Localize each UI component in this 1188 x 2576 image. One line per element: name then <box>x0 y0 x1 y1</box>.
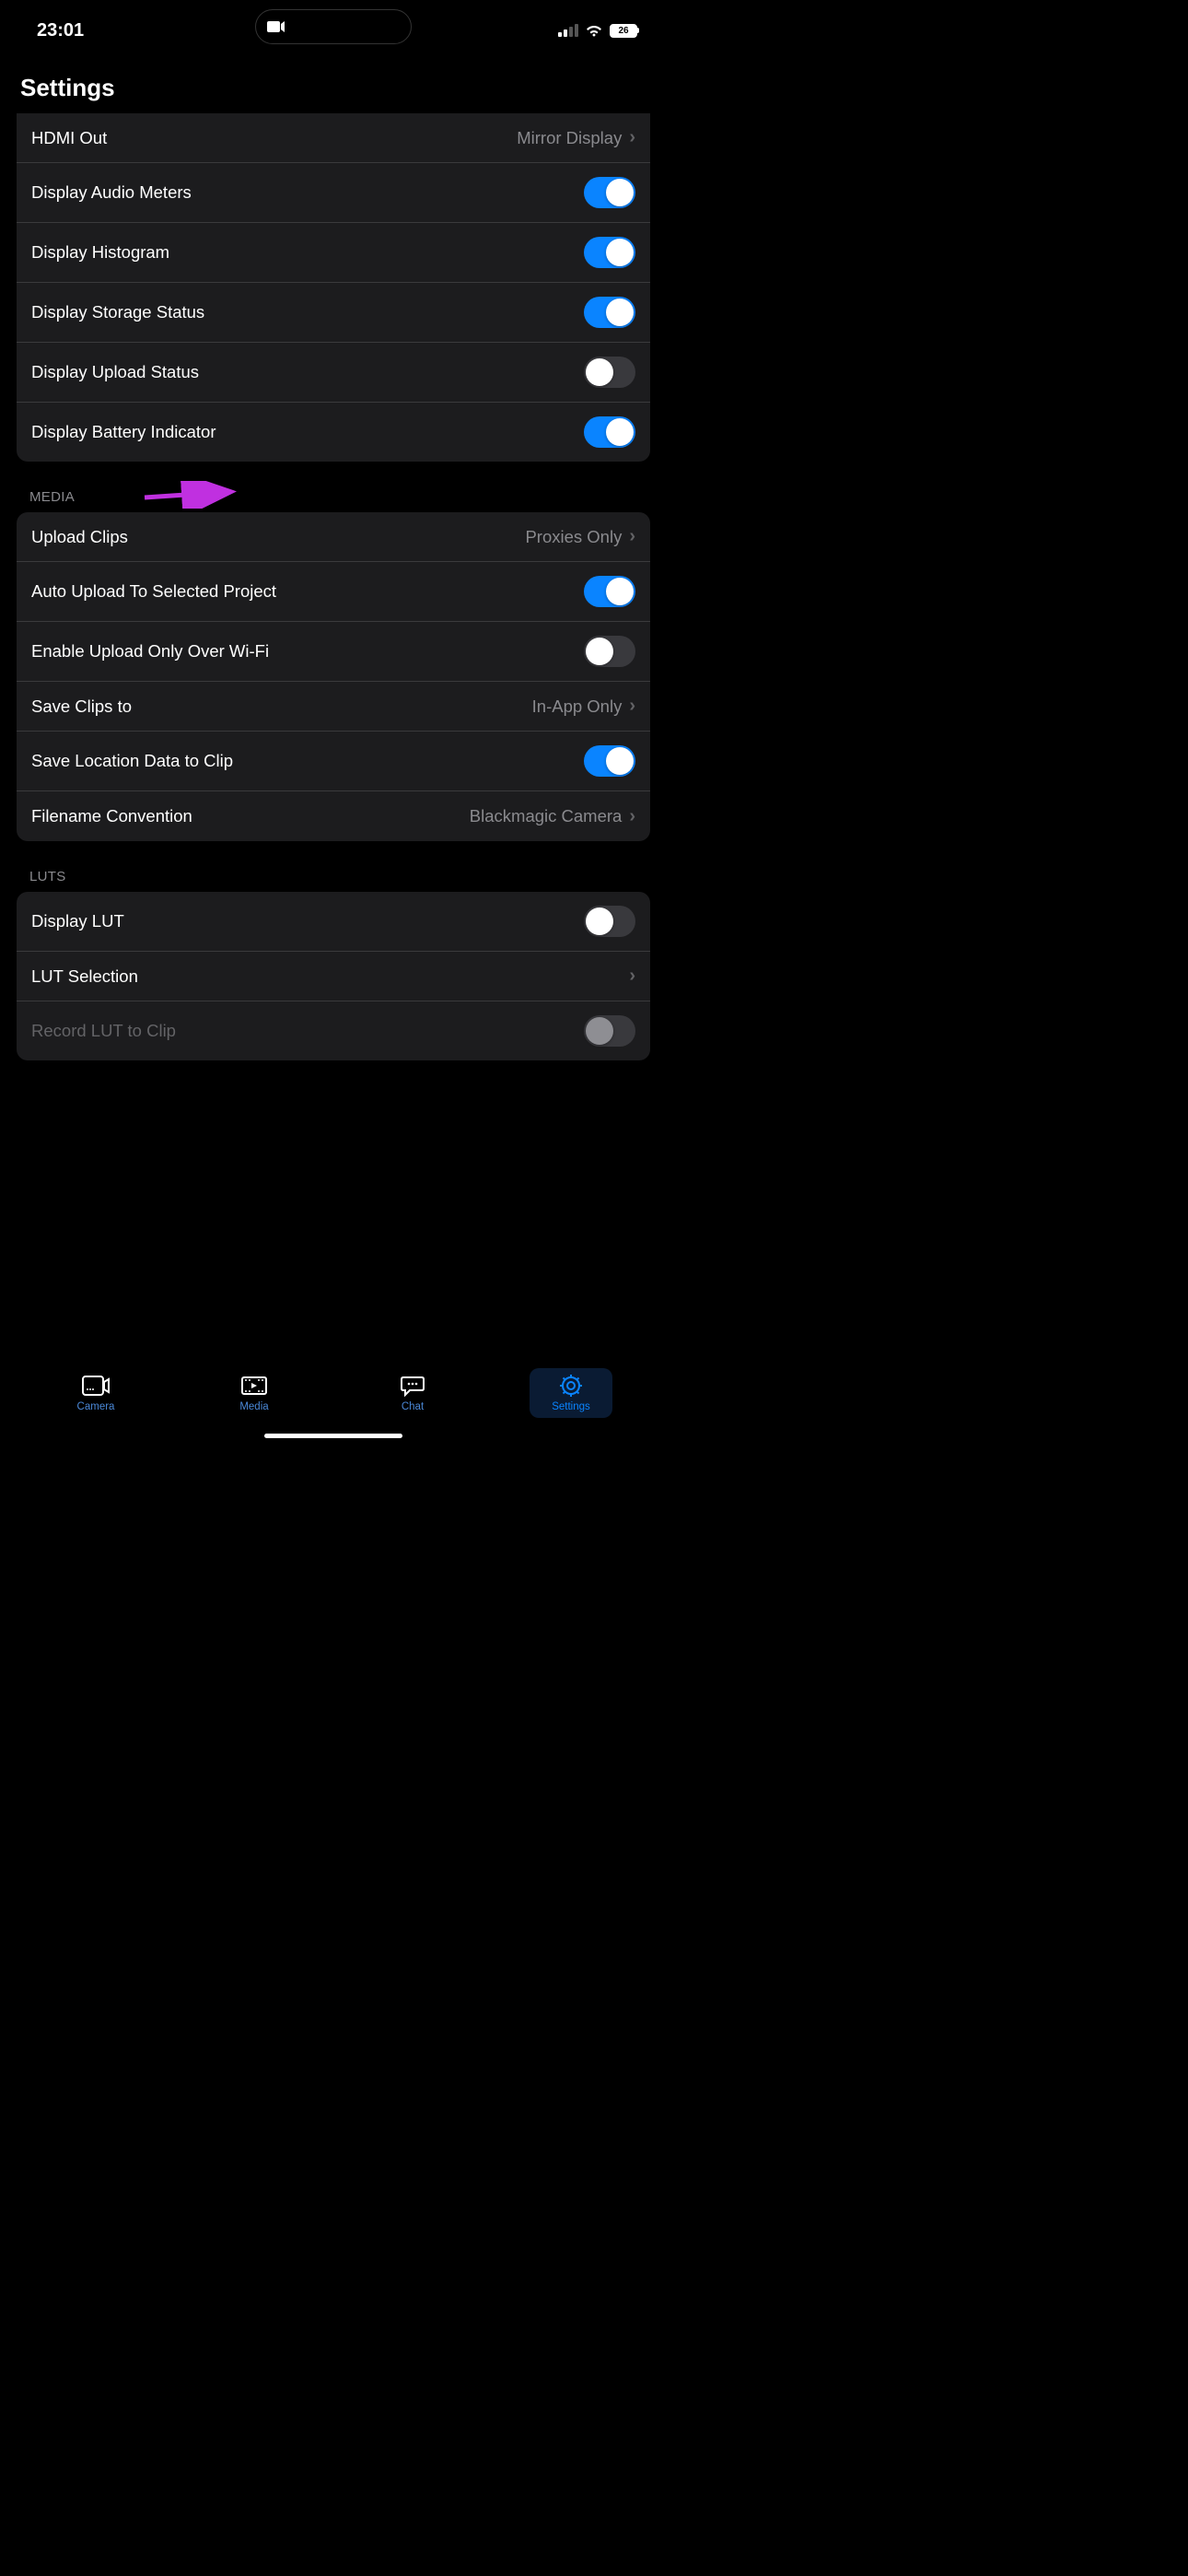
row-label: Display LUT <box>31 911 124 931</box>
chat-icon <box>399 1374 426 1398</box>
camera-indicator-icon <box>267 20 285 33</box>
chevron-right-icon: › <box>629 526 635 547</box>
camera-icon <box>82 1374 110 1398</box>
tab-label: Settings <box>552 1401 590 1412</box>
wifi-only-row: Enable Upload Only Over Wi-Fi <box>17 622 650 682</box>
row-label: Enable Upload Only Over Wi-Fi <box>31 641 269 662</box>
chevron-right-icon: › <box>629 127 635 148</box>
auto-upload-row: Auto Upload To Selected Project <box>17 562 650 622</box>
tab-label: Camera <box>77 1401 115 1412</box>
audio-meters-toggle[interactable] <box>584 177 635 208</box>
record-lut-toggle <box>584 1015 635 1047</box>
row-label: Save Clips to <box>31 697 132 717</box>
tab-label: Chat <box>402 1401 424 1412</box>
page-title: Settings <box>0 48 667 113</box>
display-lut-toggle[interactable] <box>584 906 635 937</box>
cellular-signal-icon <box>558 24 578 37</box>
auto-upload-toggle[interactable] <box>584 576 635 607</box>
status-bar: 23:01 26 <box>0 0 667 48</box>
audio-meters-row: Display Audio Meters <box>17 163 650 223</box>
tab-chat[interactable]: Chat <box>371 1368 454 1418</box>
storage-status-toggle[interactable] <box>584 297 635 328</box>
luts-section-header: LUTS <box>0 841 667 892</box>
annotation-arrow-icon <box>143 481 244 509</box>
row-label: Display Upload Status <box>31 362 199 382</box>
battery-icon: 26 <box>610 24 637 38</box>
battery-indicator-toggle[interactable] <box>584 416 635 448</box>
row-label: Filename Convention <box>31 806 192 826</box>
status-time: 23:01 <box>37 20 84 41</box>
battery-indicator-row: Display Battery Indicator <box>17 403 650 462</box>
upload-clips-row[interactable]: Upload Clips Proxies Only › <box>17 512 650 562</box>
histogram-toggle[interactable] <box>584 237 635 268</box>
media-icon <box>240 1374 268 1398</box>
row-label: Display Histogram <box>31 242 169 263</box>
upload-status-row: Display Upload Status <box>17 343 650 403</box>
row-value: In-App Only <box>532 697 623 717</box>
row-label: HDMI Out <box>31 128 107 148</box>
row-label: Record LUT to Clip <box>31 1021 176 1041</box>
upload-status-toggle[interactable] <box>584 357 635 388</box>
row-value: Proxies Only <box>525 527 622 547</box>
row-label: LUT Selection <box>31 966 138 987</box>
chevron-right-icon: › <box>629 966 635 987</box>
media-section-header: MEDIA <box>0 462 667 512</box>
tab-media[interactable]: Media <box>213 1368 296 1418</box>
storage-status-row: Display Storage Status <box>17 283 650 343</box>
status-indicators: 26 <box>558 24 637 38</box>
lut-selection-row[interactable]: LUT Selection › <box>17 952 650 1001</box>
wifi-icon <box>585 24 603 38</box>
display-settings-group: HDMI Out Mirror Display › Display Audio … <box>17 113 650 462</box>
row-value: Blackmagic Camera <box>470 806 623 826</box>
row-label: Display Storage Status <box>31 302 204 322</box>
tab-label: Media <box>239 1401 268 1412</box>
row-label: Display Audio Meters <box>31 182 192 203</box>
tab-settings[interactable]: Settings <box>530 1368 612 1418</box>
row-value: Mirror Display <box>517 128 622 148</box>
chevron-right-icon: › <box>629 696 635 717</box>
row-label: Display Battery Indicator <box>31 422 216 442</box>
location-data-row: Save Location Data to Clip <box>17 732 650 791</box>
tab-camera[interactable]: Camera <box>54 1368 137 1418</box>
display-lut-row: Display LUT <box>17 892 650 952</box>
save-clips-row[interactable]: Save Clips to In-App Only › <box>17 682 650 732</box>
histogram-row: Display Histogram <box>17 223 650 283</box>
record-lut-row: Record LUT to Clip <box>17 1001 650 1060</box>
row-label: Auto Upload To Selected Project <box>31 581 276 602</box>
media-settings-group: Upload Clips Proxies Only › Auto Upload … <box>17 512 650 841</box>
row-label: Upload Clips <box>31 527 128 547</box>
luts-settings-group: Display LUT LUT Selection › Record LUT t… <box>17 892 650 1060</box>
hdmi-out-row[interactable]: HDMI Out Mirror Display › <box>17 113 650 163</box>
chevron-right-icon: › <box>629 806 635 827</box>
dynamic-island <box>255 9 412 44</box>
row-label: Save Location Data to Clip <box>31 751 233 771</box>
settings-icon <box>557 1374 585 1398</box>
filename-convention-row[interactable]: Filename Convention Blackmagic Camera › <box>17 791 650 841</box>
home-indicator[interactable] <box>264 1434 402 1438</box>
wifi-only-toggle[interactable] <box>584 636 635 667</box>
location-data-toggle[interactable] <box>584 745 635 777</box>
